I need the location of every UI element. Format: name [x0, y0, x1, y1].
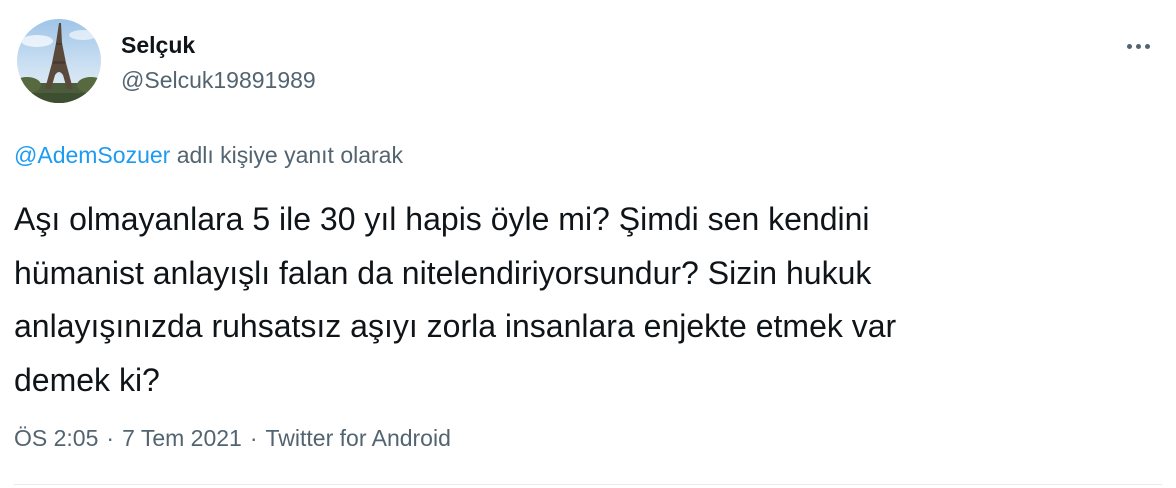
reply-mention-link[interactable]: @AdemSozuer [14, 142, 170, 168]
tweet-date[interactable]: 7 Tem 2021 [122, 425, 242, 451]
more-dot [1135, 43, 1141, 49]
more-dot [1126, 43, 1132, 49]
more-horizontal-icon[interactable] [1118, 32, 1158, 60]
author-handle[interactable]: @Selcuk19891989 [121, 66, 316, 94]
meta-separator: · [106, 425, 115, 451]
tweet-text: Aşı olmayanlara 5 ile 30 yıl hapis öyle … [14, 201, 897, 398]
tweet-meta: ÖS 2:05 · 7 Tem 2021 · Twitter for Android [14, 424, 451, 452]
avatar[interactable] [17, 19, 101, 103]
reply-context-label: adlı kişiye yanıt olarak [170, 142, 403, 168]
eiffel-tower-photo [17, 19, 101, 103]
reply-context: @AdemSozuer adlı kişiye yanıt olarak [14, 141, 403, 169]
tweet: Selçuk @Selcuk19891989 @AdemSozuer adlı … [0, 0, 1176, 488]
author-display-name[interactable]: Selçuk [121, 31, 195, 59]
divider [14, 484, 1162, 485]
tweet-source[interactable]: Twitter for Android [266, 425, 451, 451]
tweet-time[interactable]: ÖS 2:05 [14, 425, 98, 451]
more-dot [1144, 43, 1150, 49]
meta-separator: · [249, 425, 258, 451]
